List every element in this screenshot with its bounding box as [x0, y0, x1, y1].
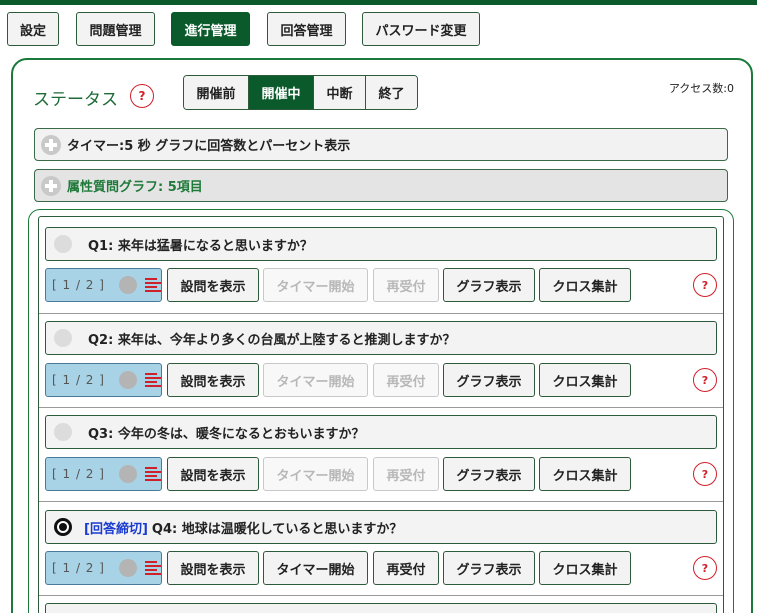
status-running[interactable]: 開催中	[249, 76, 314, 109]
cross-tab-button[interactable]: クロス集計	[539, 457, 631, 491]
question-title[interactable]: Q3: 今年の冬は、暖冬になるとおもいますか？	[45, 415, 717, 449]
bar-chart-icon[interactable]	[144, 467, 161, 481]
question-help-icon[interactable]: ?	[693, 462, 717, 486]
nav-password-change[interactable]: パスワード変更	[362, 12, 480, 46]
nav-settings[interactable]: 設定	[7, 12, 59, 46]
status-ended[interactable]: 終了	[366, 76, 417, 109]
counter-text: [ 1 / 2 ]	[52, 561, 105, 575]
show-question-button[interactable]: 設問を表示	[167, 268, 259, 302]
attribute-graph-accordion[interactable]: 属性質問グラフ: 5項目	[34, 169, 728, 202]
pie-chart-icon[interactable]	[118, 371, 137, 389]
question-text: Q1: 来年は猛暑になると思いますか？	[88, 238, 313, 254]
counter-text: [ 1 / 2 ]	[52, 467, 105, 481]
reopen-button[interactable]: 再受付	[373, 551, 439, 585]
status-help-icon[interactable]: ?	[130, 84, 154, 108]
question-counter[interactable]: [ 1 / 2 ]	[45, 551, 162, 585]
question-text: Q2: 来年は、今年より多くの台風が上陸すると推測しますか？	[88, 332, 456, 348]
accordion-label: タイマー:5 秒 グラフに回答数とパーセント表示	[67, 139, 351, 154]
accordion-label: 属性質問グラフ: 5項目	[67, 180, 203, 195]
question-text: Q4: 地球は温暖化していると思いますか？	[151, 521, 403, 537]
status-label: ステータス	[33, 90, 118, 110]
nav-answer-management[interactable]: 回答管理	[267, 12, 346, 46]
reopen-button[interactable]: 再受付	[373, 268, 439, 302]
next-question-title[interactable]	[45, 603, 717, 613]
question-counter[interactable]: [ 1 / 2 ]	[45, 363, 162, 397]
nav-progress-management[interactable]: 進行管理	[171, 12, 250, 46]
status-paused[interactable]: 中断	[314, 76, 366, 109]
question-select-radio[interactable]	[54, 518, 72, 536]
bar-chart-icon[interactable]	[144, 373, 161, 387]
question-counter[interactable]: [ 1 / 2 ]	[45, 268, 162, 302]
reopen-button[interactable]: 再受付	[373, 457, 439, 491]
timer-settings-accordion[interactable]: タイマー:5 秒 グラフに回答数とパーセント表示	[34, 128, 728, 161]
question-counter[interactable]: [ 1 / 2 ]	[45, 457, 162, 491]
divider	[39, 313, 723, 314]
question-help-icon[interactable]: ?	[693, 368, 717, 392]
question-title[interactable]: Q2: 来年は、今年より多くの台風が上陸すると推測しますか？	[45, 321, 717, 355]
show-graph-button[interactable]: グラフ表示	[443, 551, 535, 585]
show-graph-button[interactable]: グラフ表示	[443, 457, 535, 491]
plus-icon	[41, 134, 61, 155]
start-timer-button[interactable]: タイマー開始	[263, 551, 368, 585]
show-question-button[interactable]: 設問を表示	[167, 457, 259, 491]
top-bar	[0, 0, 757, 5]
show-graph-button[interactable]: グラフ表示	[443, 268, 535, 302]
question-help-icon[interactable]: ?	[693, 556, 717, 580]
pie-chart-icon[interactable]	[118, 465, 137, 483]
question-select-radio[interactable]	[54, 235, 72, 253]
show-graph-button[interactable]: グラフ表示	[443, 363, 535, 397]
show-question-button[interactable]: 設問を表示	[167, 551, 259, 585]
status-selector: 開催前 開催中 中断 終了	[183, 75, 418, 110]
plus-icon	[41, 175, 61, 196]
reopen-button[interactable]: 再受付	[373, 363, 439, 397]
question-select-radio[interactable]	[54, 329, 72, 347]
show-question-button[interactable]: 設問を表示	[167, 363, 259, 397]
question-select-radio[interactable]	[54, 423, 72, 441]
cross-tab-button[interactable]: クロス集計	[539, 551, 631, 585]
counter-text: [ 1 / 2 ]	[52, 373, 105, 387]
divider	[39, 501, 723, 502]
pie-chart-icon[interactable]	[118, 276, 137, 294]
divider	[39, 595, 723, 596]
cross-tab-button[interactable]: クロス集計	[539, 363, 631, 397]
question-title[interactable]: Q1: 来年は猛暑になると思いますか？	[45, 227, 717, 261]
divider	[39, 407, 723, 408]
counter-text: [ 1 / 2 ]	[52, 278, 105, 292]
pie-chart-icon[interactable]	[118, 559, 137, 577]
access-count: アクセス数:0	[668, 82, 734, 95]
start-timer-button[interactable]: タイマー開始	[263, 268, 368, 302]
nav-question-management[interactable]: 問題管理	[76, 12, 155, 46]
start-timer-button[interactable]: タイマー開始	[263, 457, 368, 491]
cross-tab-button[interactable]: クロス集計	[539, 268, 631, 302]
question-title[interactable]: [回答締切] Q4: 地球は温暖化していると思いますか？	[45, 510, 717, 544]
question-help-icon[interactable]: ?	[693, 273, 717, 297]
question-text: Q3: 今年の冬は、暖冬になるとおもいますか？	[88, 426, 365, 442]
bar-chart-icon[interactable]	[144, 561, 161, 575]
closed-label: [回答締切]	[84, 521, 148, 537]
start-timer-button[interactable]: タイマー開始	[263, 363, 368, 397]
status-before[interactable]: 開催前	[184, 76, 249, 109]
bar-chart-icon[interactable]	[144, 278, 161, 292]
